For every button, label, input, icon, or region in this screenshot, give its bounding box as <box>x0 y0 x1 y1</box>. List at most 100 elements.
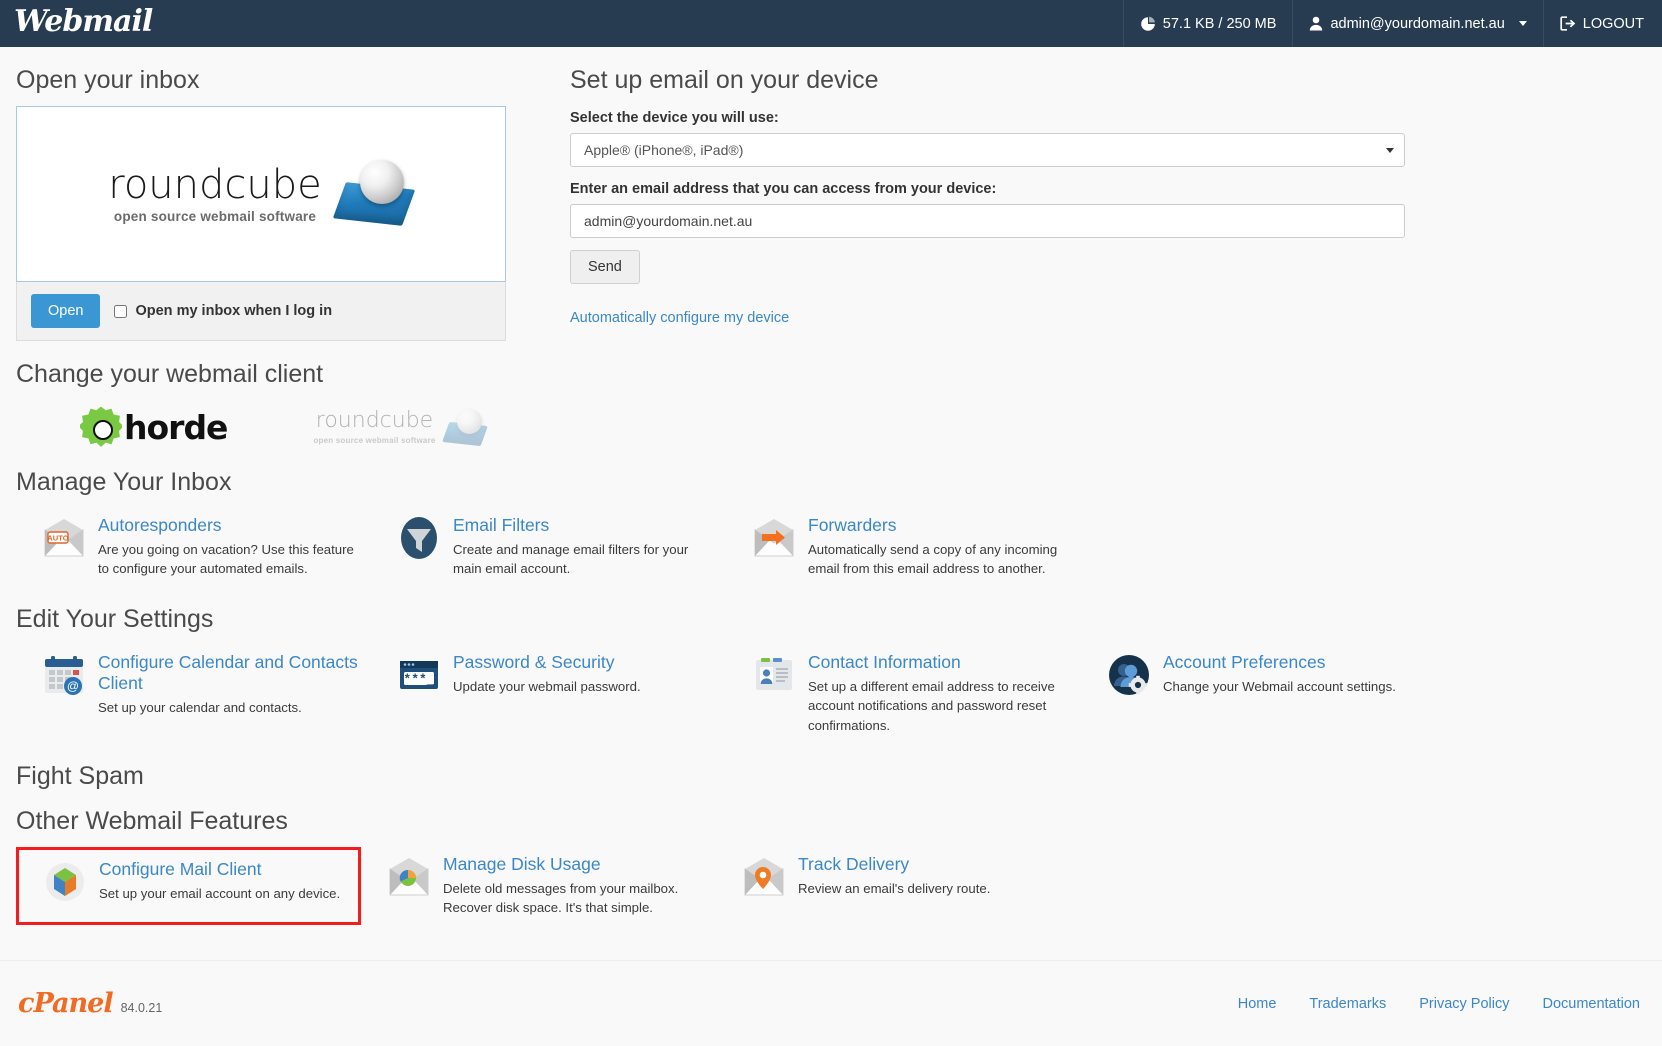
email-address-label: Enter an email address that you can acce… <box>570 181 1646 197</box>
webmail-logo[interactable]: Webmail <box>14 7 152 40</box>
page-content: Open your inbox roundcube open source we… <box>0 47 1662 925</box>
calendar-contacts-icon: @ <box>42 653 86 697</box>
feature-body: Account Preferences Change your Webmail … <box>1163 651 1396 696</box>
password-window-icon: ***_ <box>397 653 441 697</box>
feature-body: Configure Calendar and Contacts Client S… <box>98 651 361 717</box>
mail-client-cube-icon <box>43 860 87 904</box>
feature-autoresponders[interactable]: AUTO Autoresponders Are you going on vac… <box>16 508 371 586</box>
roundcube-wordmark-small: roundcube open source webmail software <box>313 410 435 445</box>
other-features-heading: Other Webmail Features <box>16 806 1646 837</box>
horde-label: horde <box>124 408 227 447</box>
user-email: admin@yourdomain.net.au <box>1330 16 1504 32</box>
feature-title[interactable]: Track Delivery <box>798 854 990 875</box>
feature-body: Contact Information Set up a different e… <box>808 651 1071 734</box>
footer-link-trademarks[interactable]: Trademarks <box>1309 996 1386 1012</box>
manage-inbox-heading: Manage Your Inbox <box>16 467 1646 498</box>
disk-usage-pie-icon <box>387 855 431 899</box>
feature-desc: Set up a different email address to rece… <box>808 677 1071 734</box>
roundcube-logo: roundcube open source webmail software <box>108 158 413 230</box>
chevron-down-icon <box>1386 148 1394 153</box>
device-select-label: Select the device you will use: <box>570 110 1646 126</box>
roundcube-tagline: open source webmail software <box>108 209 321 224</box>
other-features-grid: Configure Mail Client Set up your email … <box>16 847 1646 925</box>
feature-track-delivery[interactable]: Track Delivery Review an email's deliver… <box>716 847 1071 925</box>
feature-email-filters[interactable]: Email Filters Create and manage email fi… <box>371 508 726 586</box>
auto-configure-link[interactable]: Automatically configure my device <box>570 310 789 326</box>
cpanel-wordmark: cPanel <box>18 988 113 1019</box>
left-column: Open your inbox roundcube open source we… <box>16 47 540 449</box>
feature-body: Manage Disk Usage Delete old messages fr… <box>443 853 706 917</box>
header-right-group: 57.1 KB / 250 MB admin@yourdomain.net.au… <box>1123 0 1662 47</box>
feature-configure-mail-client[interactable]: Configure Mail Client Set up your email … <box>16 847 361 925</box>
client-option-roundcube[interactable]: roundcube open source webmail software <box>313 408 487 448</box>
right-column: Set up email on your device Select the d… <box>540 47 1646 449</box>
svg-text:AUTO: AUTO <box>47 533 68 542</box>
client-option-horde[interactable]: horde <box>80 407 227 449</box>
settings-heading: Edit Your Settings <box>16 604 1646 635</box>
funnel-filter-icon <box>397 516 441 560</box>
footer-link-privacy-policy[interactable]: Privacy Policy <box>1419 996 1509 1012</box>
feature-title[interactable]: Manage Disk Usage <box>443 854 706 875</box>
roundcube-wordmark: roundcube open source webmail software <box>108 165 321 224</box>
inbox-action-bar: Open Open my inbox when I log in <box>16 282 506 341</box>
webmail-client-list: horde roundcube open source webmail soft… <box>16 401 540 449</box>
device-select-value: Apple® (iPhone®, iPad®) <box>584 142 743 158</box>
svg-text:***_: ***_ <box>403 672 434 687</box>
feature-manage-disk-usage[interactable]: Manage Disk Usage Delete old messages fr… <box>361 847 716 925</box>
change-client-heading: Change your webmail client <box>16 359 540 390</box>
inbox-preview-frame[interactable]: roundcube open source webmail software <box>16 106 506 282</box>
device-setup-heading: Set up email on your device <box>570 65 1646 96</box>
feature-title[interactable]: Email Filters <box>453 515 716 536</box>
footer-link-documentation[interactable]: Documentation <box>1542 996 1640 1012</box>
feature-desc: Set up your email account on any device. <box>99 884 340 903</box>
svg-text:@: @ <box>67 679 79 693</box>
pie-chart-icon <box>1140 16 1156 32</box>
roundcube-tagline-small: open source webmail software <box>313 436 435 445</box>
feature-title[interactable]: Configure Mail Client <box>99 859 340 880</box>
feature-account-preferences[interactable]: Account Preferences Change your Webmail … <box>1081 645 1481 742</box>
cpanel-version: 84.0.21 <box>121 1001 163 1015</box>
feature-title[interactable]: Password & Security <box>453 652 641 673</box>
user-menu[interactable]: admin@yourdomain.net.au <box>1292 0 1542 47</box>
feature-desc: Create and manage email filters for your… <box>453 540 716 578</box>
logout-button[interactable]: LOGOUT <box>1543 0 1662 47</box>
footer-link-home[interactable]: Home <box>1238 996 1277 1012</box>
open-inbox-button[interactable]: Open <box>31 294 100 328</box>
auto-open-inbox-checkbox[interactable] <box>114 305 127 318</box>
email-address-input[interactable] <box>570 204 1405 238</box>
forward-envelope-icon <box>752 516 796 560</box>
feature-desc: Update your webmail password. <box>453 677 641 696</box>
cpanel-logo: cPanel 84.0.21 <box>18 988 162 1019</box>
auto-open-inbox-checkbox-row[interactable]: Open my inbox when I log in <box>114 303 332 319</box>
feature-contact-information[interactable]: Contact Information Set up a different e… <box>726 645 1081 742</box>
feature-password-security[interactable]: ***_ Password & Security Update your web… <box>371 645 726 742</box>
manage-inbox-grid: AUTO Autoresponders Are you going on vac… <box>16 508 1646 586</box>
chevron-down-icon <box>1519 21 1527 26</box>
feature-title[interactable]: Account Preferences <box>1163 652 1396 673</box>
feature-title[interactable]: Forwarders <box>808 515 1071 536</box>
feature-desc: Automatically send a copy of any incomin… <box>808 540 1071 578</box>
feature-desc: Delete old messages from your mailbox. R… <box>443 879 706 917</box>
roundcube-name: roundcube <box>108 165 321 205</box>
auto-open-inbox-label: Open my inbox when I log in <box>135 303 332 319</box>
feature-title[interactable]: Configure Calendar and Contacts Client <box>98 652 361 694</box>
fight-spam-heading: Fight Spam <box>16 761 1646 792</box>
footer-links: Home Trademarks Privacy Policy Documenta… <box>1238 996 1640 1012</box>
quota-text: 57.1 KB / 250 MB <box>1163 16 1277 32</box>
feature-forwarders[interactable]: Forwarders Automatically send a copy of … <box>726 508 1081 586</box>
feature-body: Autoresponders Are you going on vacation… <box>98 514 361 578</box>
autoresponder-envelope-icon: AUTO <box>42 516 86 560</box>
feature-calendar-contacts[interactable]: @ Configure Calendar and Contacts Client… <box>16 645 371 742</box>
account-preferences-icon <box>1107 653 1151 697</box>
feature-body: Password & Security Update your webmail … <box>453 651 641 696</box>
upper-columns: Open your inbox roundcube open source we… <box>16 47 1646 449</box>
feature-title[interactable]: Contact Information <box>808 652 1071 673</box>
feature-desc: Change your Webmail account settings. <box>1163 677 1396 696</box>
device-select[interactable]: Apple® (iPhone®, iPad®) <box>570 133 1405 167</box>
feature-body: Email Filters Create and manage email fi… <box>453 514 716 578</box>
track-delivery-pin-icon <box>742 855 786 899</box>
feature-title[interactable]: Autoresponders <box>98 515 361 536</box>
contact-card-icon <box>752 653 796 697</box>
send-button[interactable]: Send <box>570 250 640 284</box>
quota-indicator[interactable]: 57.1 KB / 250 MB <box>1123 0 1293 47</box>
